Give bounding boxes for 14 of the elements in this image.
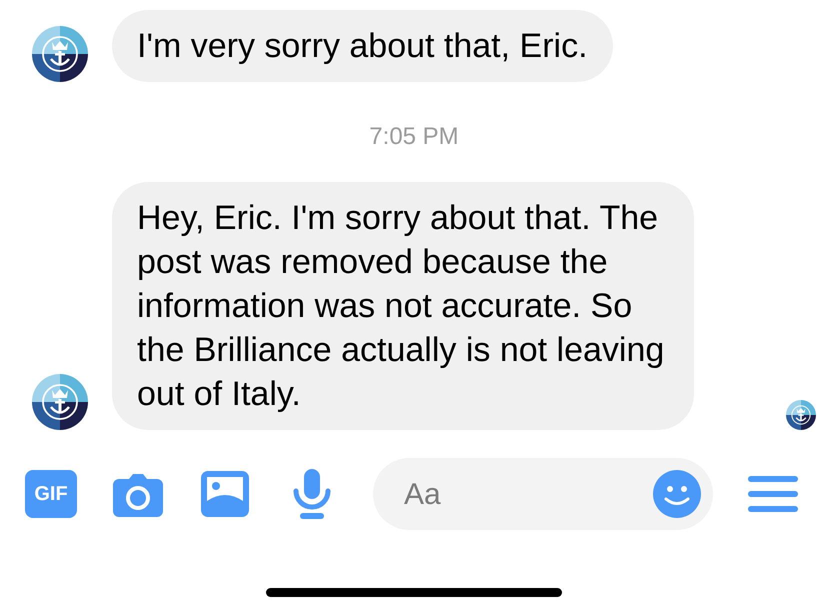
emoji-icon[interactable] bbox=[653, 470, 701, 518]
avatar bbox=[32, 374, 88, 430]
message-bubble: Hey, Eric. I'm sorry about that. The post was removed because the information was not accurate. So the Brilliance actually is not leaving out of Italy. bbox=[112, 182, 694, 430]
microphone-icon[interactable] bbox=[293, 469, 331, 519]
message-field[interactable]: Aa bbox=[373, 458, 713, 530]
gif-button[interactable]: GIF bbox=[25, 470, 77, 518]
message-input[interactable]: Aa bbox=[404, 472, 653, 516]
image-icon[interactable] bbox=[201, 471, 249, 517]
timestamp: 7:05 PM bbox=[369, 123, 459, 150]
read-receipt-avatar bbox=[786, 400, 816, 430]
menu-icon[interactable] bbox=[748, 476, 798, 512]
avatar bbox=[32, 26, 88, 82]
camera-icon[interactable] bbox=[113, 471, 163, 517]
message-bubble: I'm very sorry about that, Eric. bbox=[112, 10, 613, 82]
